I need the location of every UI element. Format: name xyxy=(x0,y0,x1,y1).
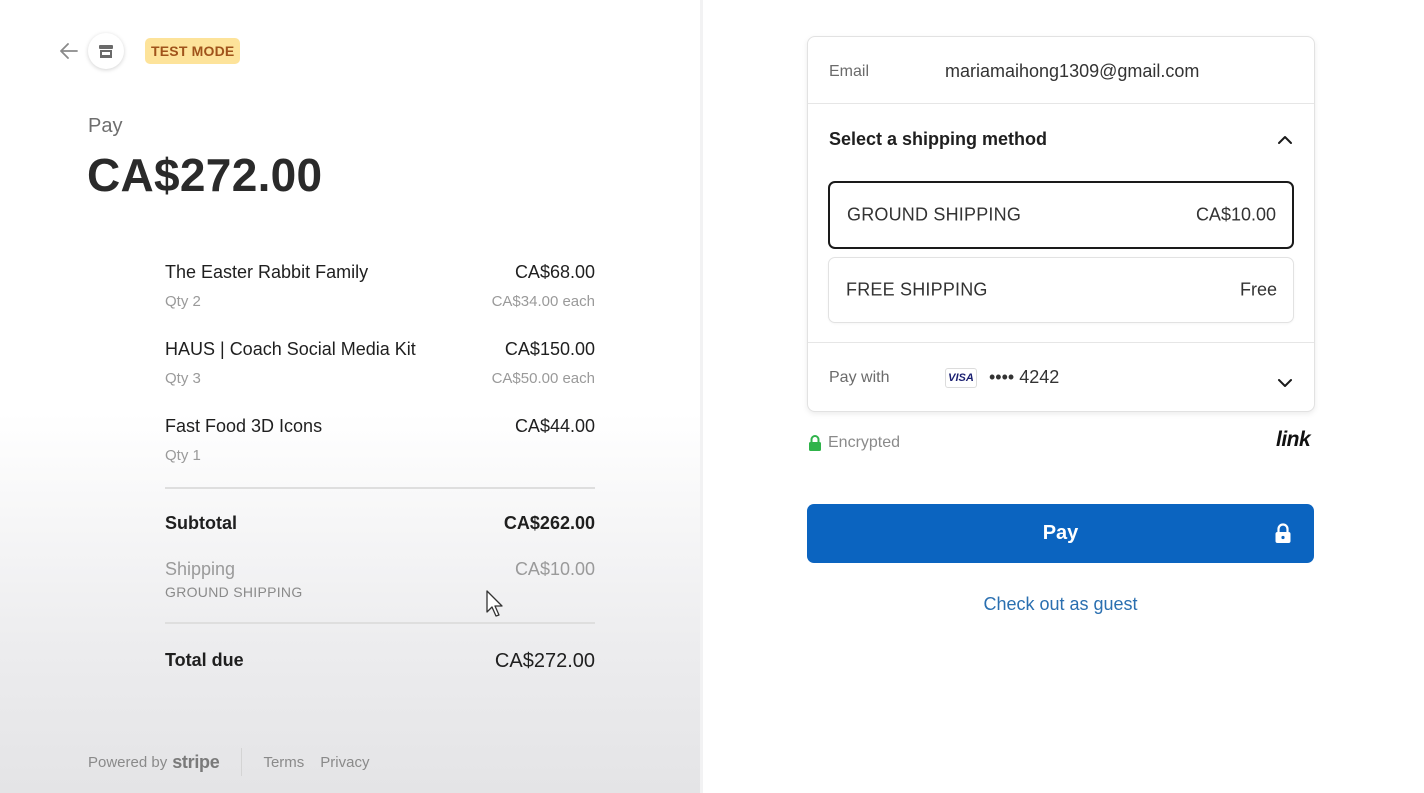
lock-icon xyxy=(1275,523,1291,543)
item-name: Fast Food 3D Icons xyxy=(165,416,323,436)
shipping-option-free[interactable]: FREE SHIPPING Free xyxy=(828,257,1294,323)
mouse-cursor-icon xyxy=(486,590,503,617)
chevron-up-icon[interactable] xyxy=(1276,131,1294,149)
encrypted-note: Encrypted xyxy=(808,434,900,452)
powered-by-label: Powered by xyxy=(88,753,168,771)
line-item: Fast Food 3D Icons CA$44.00 Qty 1 xyxy=(165,414,595,491)
pay-label: Pay xyxy=(88,115,123,137)
line-item: The Easter Rabbit Family CA$68.00 Qty 2 … xyxy=(165,260,595,337)
visa-icon: VISA xyxy=(945,368,977,388)
shipping-option-price: Free xyxy=(1239,279,1277,300)
card-number: •••• 4242 xyxy=(989,367,1060,387)
item-unit-price: CA$50.00 each xyxy=(491,370,595,387)
pay-with-row[interactable]: Pay with VISA •••• 4242 xyxy=(808,342,1314,413)
checkout-form: Email mariamaihong1309@gmail.com Select … xyxy=(807,36,1315,412)
total-value: CA$272.00 xyxy=(494,650,595,672)
store-icon[interactable] xyxy=(88,33,124,69)
email-label: Email xyxy=(829,63,870,80)
item-price: CA$44.00 xyxy=(514,416,595,436)
line-item: HAUS | Coach Social Media Kit CA$150.00 … xyxy=(165,337,595,414)
shipping-value: CA$10.00 xyxy=(514,559,595,579)
footer: Powered by stripe Terms Privacy xyxy=(88,748,369,776)
test-mode-badge: TEST MODE xyxy=(145,38,241,64)
item-qty: Qty 2 xyxy=(165,293,201,310)
top-bar: TEST MODE xyxy=(58,33,241,69)
encrypted-label: Encrypted xyxy=(828,434,901,451)
shipping-option-name: FREE SHIPPING xyxy=(846,279,988,300)
item-name: HAUS | Coach Social Media Kit xyxy=(165,339,416,359)
shipping-option-price: CA$10.00 xyxy=(1195,204,1276,225)
privacy-link[interactable]: Privacy xyxy=(320,754,369,771)
item-unit-price: CA$34.00 each xyxy=(491,293,595,310)
pay-button-label: Pay xyxy=(1042,522,1079,544)
item-name: The Easter Rabbit Family xyxy=(165,262,369,282)
stripe-logo[interactable]: stripe xyxy=(172,752,220,773)
terms-link[interactable]: Terms xyxy=(263,754,304,771)
email-row[interactable]: Email mariamaihong1309@gmail.com xyxy=(808,37,1314,104)
item-qty: Qty 3 xyxy=(165,370,201,387)
divider xyxy=(165,487,595,489)
email-value: mariamaihong1309@gmail.com xyxy=(945,61,1200,81)
chevron-down-icon[interactable] xyxy=(1276,374,1294,392)
line-items: The Easter Rabbit Family CA$68.00 Qty 2 … xyxy=(165,260,595,491)
checkout-panel: Email mariamaihong1309@gmail.com Select … xyxy=(703,0,1424,793)
item-price: CA$68.00 xyxy=(514,262,595,282)
footer-divider xyxy=(241,748,243,776)
lock-icon xyxy=(809,434,821,451)
divider xyxy=(165,622,595,624)
pay-button[interactable]: Pay xyxy=(807,504,1314,563)
shipping-method-label: GROUND SHIPPING xyxy=(165,584,303,600)
pay-with-label: Pay with xyxy=(829,369,890,386)
subtotal-label: Subtotal xyxy=(165,513,237,533)
item-price: CA$150.00 xyxy=(504,339,595,359)
back-arrow-icon[interactable] xyxy=(58,40,80,62)
shipping-method-header: Select a shipping method xyxy=(829,129,1048,149)
guest-checkout-link[interactable]: Check out as guest xyxy=(807,594,1314,615)
total-label: Total due xyxy=(165,650,244,670)
pay-amount: CA$272.00 xyxy=(87,149,323,201)
order-summary-panel: TEST MODE Pay CA$272.00 The Easter Rabbi… xyxy=(0,0,700,793)
link-logo: link xyxy=(1276,428,1311,451)
shipping-label: Shipping xyxy=(165,559,236,579)
item-qty: Qty 1 xyxy=(165,447,201,464)
shipping-option-ground[interactable]: GROUND SHIPPING CA$10.00 xyxy=(828,181,1294,249)
shipping-option-name: GROUND SHIPPING xyxy=(847,204,1022,225)
subtotal-value: CA$262.00 xyxy=(503,513,595,533)
